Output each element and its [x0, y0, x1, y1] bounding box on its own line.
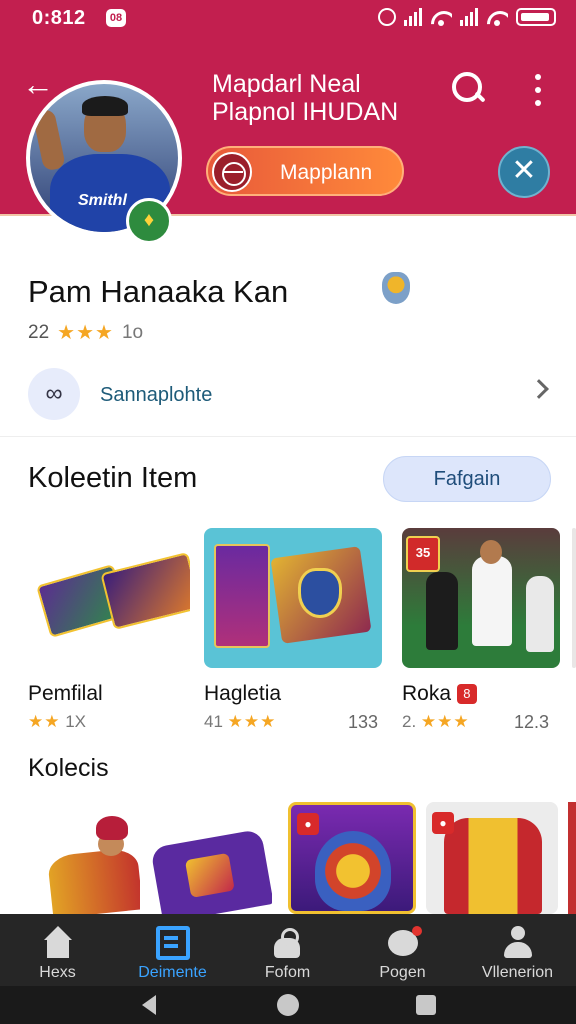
card-thumbnail — [204, 528, 382, 668]
search-icon[interactable] — [448, 68, 488, 108]
header-title: Mapdarl Neal Plapnol IHUDAN — [212, 70, 398, 126]
system-home-icon[interactable] — [277, 994, 299, 1016]
target-icon — [212, 152, 252, 192]
team-crest-icon: ♦ — [126, 198, 172, 244]
mapplann-button[interactable]: Mapplann — [206, 146, 404, 196]
card-title-text: Roka — [402, 682, 452, 705]
nav-item-vllenerion[interactable]: Vllenerion — [460, 914, 575, 986]
card-thumbnail — [28, 528, 190, 668]
nav-label: Hexs — [39, 964, 76, 981]
card-meta: ★★ 1X — [28, 712, 86, 732]
profile-header: ← Smithl ♦ Mapdarl Neal Plapnol IHUDAN M… — [0, 36, 576, 244]
nav-label: Fofom — [264, 964, 311, 981]
collection2-item-5-partial[interactable] — [568, 802, 576, 914]
profile-name: Pam Hanaaka Kan — [28, 274, 289, 309]
card-stars: ★★★ — [227, 712, 277, 731]
handshake-icon: ∞ — [28, 368, 80, 420]
close-icon[interactable]: ✕ — [498, 146, 550, 198]
collection2-item-3[interactable]: ● — [288, 802, 416, 914]
card-count: 133 — [348, 712, 379, 732]
battery-icon — [516, 8, 556, 26]
card-meta: 2. ★★★ — [402, 712, 470, 732]
card-stars: ★★★ — [420, 712, 470, 731]
nav-item-home[interactable]: Hexs — [0, 914, 115, 986]
avatar-hair — [82, 96, 128, 116]
signal-icon — [404, 8, 422, 26]
bag-icon — [271, 926, 305, 960]
card-title: Pemfilal — [28, 682, 103, 705]
card-count: 12.3 — [514, 712, 550, 732]
nav-item-fofom[interactable]: Fofom — [230, 914, 345, 986]
collection2-items: ● ● — [0, 802, 576, 914]
wifi-icon-2 — [486, 8, 508, 26]
avatar-arm — [32, 108, 66, 172]
card-thumbnail — [572, 528, 576, 668]
collection2-item-4[interactable]: ● — [426, 802, 558, 914]
card-title: Hagletia — [204, 682, 282, 705]
nav-label: Vllenerion — [481, 964, 554, 981]
avatar-jersey-text: Smithl — [78, 192, 127, 209]
nav-item-pogen[interactable]: Pogen — [345, 914, 460, 986]
profile-link-label: Sannaplohte — [100, 384, 213, 406]
more-vert-icon[interactable] — [530, 74, 546, 106]
back-arrow-icon: ← — [22, 66, 54, 102]
collection2-item-1[interactable] — [30, 802, 140, 914]
card-meta-suffix: 1X — [65, 712, 87, 731]
status-time: 0:812 — [32, 7, 86, 29]
home-icon — [41, 926, 75, 960]
system-back-icon[interactable] — [142, 995, 156, 1015]
collection-action-button[interactable]: Fafgain — [383, 456, 551, 502]
card-stars: ★★ — [28, 712, 61, 731]
nav-label: Pogen — [379, 964, 426, 981]
divider — [0, 436, 576, 437]
mapplann-button-label: Mapplann — [280, 161, 373, 184]
card-title-badge: 8 — [456, 684, 477, 704]
collection-card-1[interactable]: Pemfilal ★★ 1X — [28, 528, 190, 731]
document-icon — [156, 926, 190, 960]
item-tag-icon: ● — [432, 812, 454, 834]
item-tag-icon: ● — [297, 813, 319, 835]
back-button[interactable]: ← — [22, 68, 54, 102]
collection-card-3[interactable]: 35 Roka 8 2. ★★★ 12.3 — [402, 528, 560, 732]
rating-stars: ★★★ — [57, 322, 114, 344]
status-bar: 0:812 08 — [0, 0, 576, 36]
collection-title: Koleetin Item — [28, 462, 198, 494]
user-icon — [501, 926, 535, 960]
notification-app-icon: 08 — [106, 9, 126, 27]
rating-row: 22 ★★★ 1o — [28, 320, 143, 345]
card-thumb-badge: 35 — [406, 536, 440, 572]
collection2-title: Kolecis — [28, 754, 109, 782]
nfc-icon — [378, 8, 396, 26]
collection-card-2[interactable]: Hagletia 41 ★★★ 133 — [204, 528, 382, 732]
chevron-right-icon — [529, 379, 549, 399]
card-meta-prefix: 41 — [204, 712, 223, 731]
rating-value: 22 — [28, 321, 50, 343]
nav-label: Deimente — [138, 964, 207, 981]
collection2-item-2[interactable] — [152, 802, 272, 914]
bottom-nav: Hexs Deimente Fofom Pogen Vllenerion — [0, 914, 576, 986]
wifi-icon — [430, 8, 452, 26]
signal-icon-2 — [460, 8, 478, 26]
card-title: Roka 8 — [402, 682, 477, 706]
card-thumbnail: 35 — [402, 528, 560, 668]
status-icons — [378, 8, 556, 26]
chat-icon — [386, 926, 422, 960]
system-recents-icon[interactable] — [416, 995, 436, 1015]
rating-suffix: 1o — [121, 321, 144, 343]
card-meta: 41 ★★★ — [204, 712, 276, 732]
collection-cards: Pemfilal ★★ 1X Hagletia 41 ★★★ 133 35 Ro… — [0, 528, 576, 738]
profile-link-row[interactable]: ∞ Sannaplohte — [28, 366, 556, 424]
header-title-line2: Plapnol IHUDAN — [212, 98, 399, 126]
nav-item-deimente[interactable]: Deimente — [115, 914, 230, 986]
system-nav-bar — [0, 986, 576, 1024]
shield-icon — [382, 272, 410, 304]
header-title-line1: Mapdarl Neal — [212, 70, 361, 98]
collection-card-4-partial[interactable] — [572, 528, 576, 668]
card-meta-prefix: 2. — [402, 712, 417, 731]
